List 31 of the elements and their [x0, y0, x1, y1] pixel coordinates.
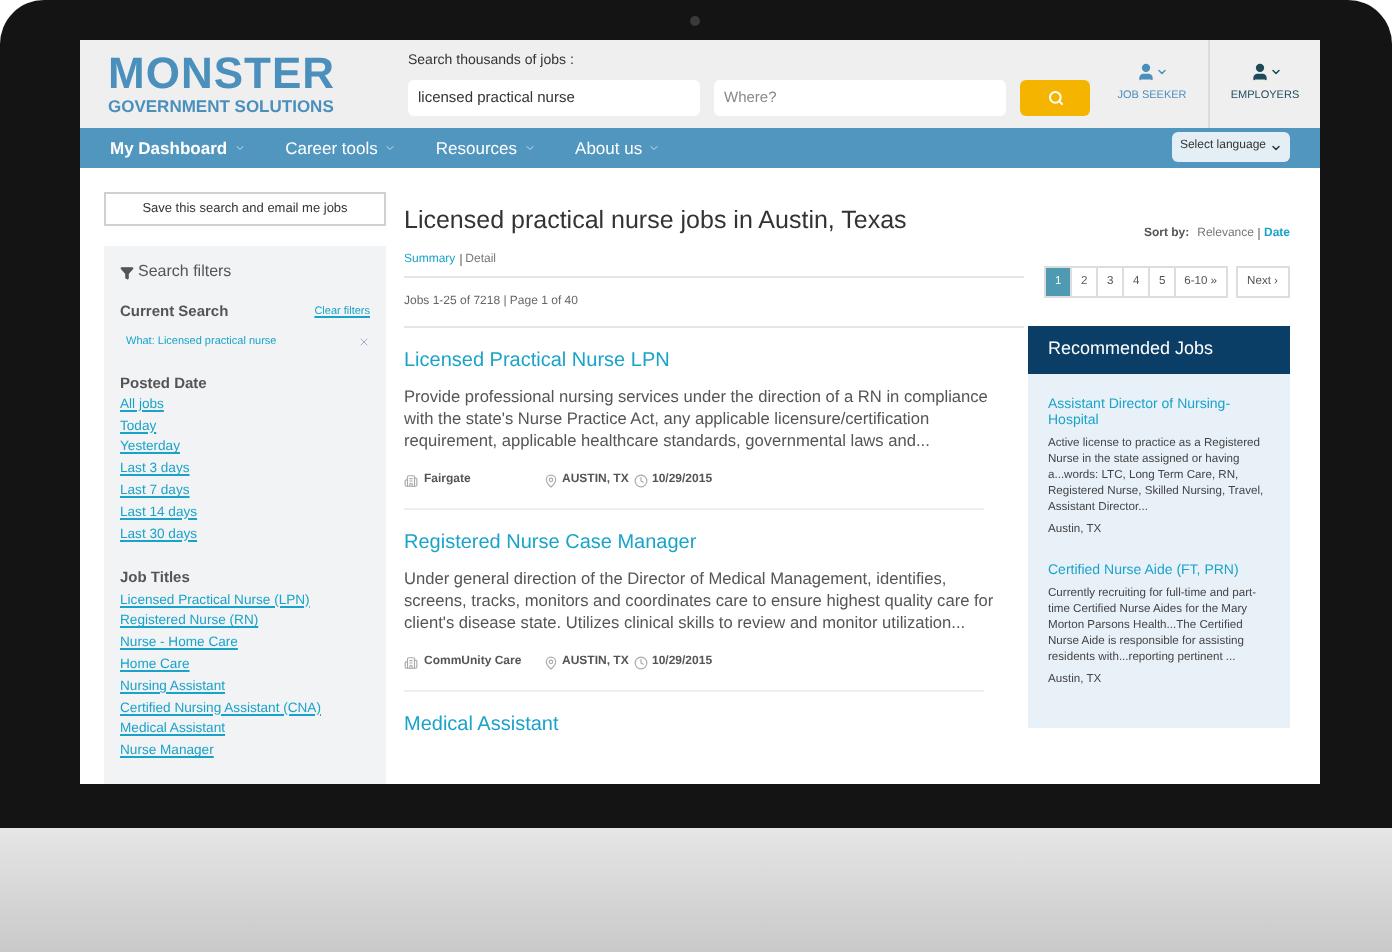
caret-icon	[383, 141, 396, 154]
job-title-link[interactable]: Registered Nurse Case Manager	[404, 527, 1000, 558]
nav-menu-item[interactable]: About us	[575, 135, 661, 161]
job-title-link[interactable]: Medical Assistant	[404, 709, 1000, 740]
nav-menu-item[interactable]: My Dashboard	[110, 135, 246, 161]
caret-icon	[1270, 141, 1282, 154]
nav-menu-item[interactable]: Resources	[435, 135, 536, 161]
job-description: Under general direction of the Director of Medical Management, identifies, screens, tracks, monitors and coordinates care to ensure highest quality care for client's disease state. Utilizes clinical skills to review and monitor utilization...	[404, 567, 996, 636]
clock-icon	[634, 473, 648, 488]
caret-icon	[233, 141, 246, 154]
user-caret-icon	[1249, 62, 1281, 83]
pin-icon	[544, 473, 558, 488]
job-description: Provide professional nursing services under the direction of a RN in compliance with the state's Nurse Practice Act, any applicable licensure/certification requirement, applicable healthcare standards, governmental laws and...	[404, 385, 990, 454]
caret-icon	[648, 141, 661, 154]
nav-menu-item[interactable]: Career tools	[285, 135, 396, 161]
recommended-header: Recommended Jobs	[1028, 326, 1290, 375]
search-button[interactable]	[1020, 79, 1090, 116]
caret-icon	[523, 141, 536, 154]
pin-icon	[544, 655, 558, 670]
building-icon	[404, 473, 418, 488]
filter-icon	[120, 265, 134, 280]
results-title: Licensed practical nurse jobs in Austin, Texas	[404, 204, 909, 239]
clock-icon	[634, 655, 648, 670]
logo-subtitle: GOVERNMENT SOLUTIONS	[108, 98, 336, 116]
filters-title: Search filters	[138, 260, 232, 285]
remove-icon[interactable]	[358, 336, 370, 349]
search-icon	[1047, 89, 1063, 106]
job-title-link[interactable]: Licensed Practical Nurse LPN	[404, 345, 1000, 376]
user-caret-icon	[1136, 62, 1168, 83]
building-icon	[404, 655, 418, 670]
logo-title: MONSTER	[108, 52, 337, 97]
